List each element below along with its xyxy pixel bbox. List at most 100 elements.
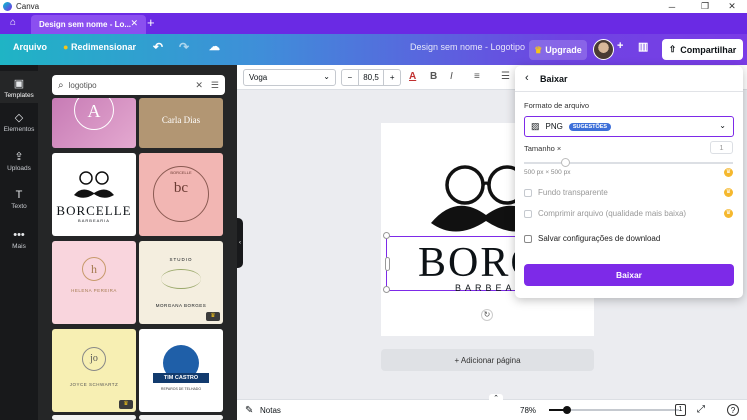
size-slider[interactable] bbox=[524, 162, 733, 164]
upgrade-button[interactable]: ♛ Upgrade bbox=[529, 40, 587, 60]
format-badge: SUGESTÕES bbox=[568, 122, 612, 131]
checkbox[interactable] bbox=[524, 234, 532, 243]
text-color-icon[interactable]: A bbox=[409, 71, 416, 82]
increase-size-button[interactable]: + bbox=[384, 70, 400, 85]
thumb-title: BORCELLE bbox=[56, 203, 132, 218]
thumb-subtitle: REPAROS DE TELHADO bbox=[160, 387, 202, 391]
tab-design[interactable]: Design sem nome - Lo... ✕ bbox=[31, 15, 146, 34]
add-collaborator-icon[interactable]: + bbox=[617, 40, 623, 52]
thumb-title: TIM CASTRO bbox=[153, 373, 209, 383]
tab-close-icon[interactable]: ✕ bbox=[130, 18, 138, 29]
rail-templates[interactable]: ▣ Templates bbox=[0, 71, 38, 103]
size-input[interactable]: 1 bbox=[710, 141, 733, 154]
page-count[interactable]: 1 bbox=[675, 404, 686, 416]
file-menu-button[interactable]: Arquivo bbox=[13, 42, 47, 52]
template-thumb[interactable]: Carla Dias bbox=[139, 98, 223, 148]
clear-icon[interactable]: ✕ bbox=[195, 80, 203, 91]
side-rail: ▣ Templates ◇ Elementos ⇪ Uploads T Text… bbox=[0, 65, 38, 420]
notes-icon[interactable]: ✎ bbox=[245, 405, 253, 416]
option-label: Comprimir arquivo (qualidade mais baixa) bbox=[538, 209, 687, 218]
rail-label: Templates bbox=[4, 92, 34, 99]
undo-icon[interactable]: ↶ bbox=[153, 40, 163, 54]
share-button[interactable]: ⇧ Compartilhar bbox=[662, 39, 743, 60]
resize-button[interactable]: ● Redimensionar bbox=[63, 42, 136, 52]
share-icon: ⇧ bbox=[668, 44, 677, 54]
search-bar[interactable]: ⌕ logotipo ✕ ☰ bbox=[52, 75, 225, 95]
font-size-stepper[interactable]: − 80,5 + bbox=[341, 69, 401, 86]
rail-label: Mais bbox=[12, 243, 26, 250]
zoom-slider-thumb[interactable] bbox=[563, 406, 571, 414]
more-icon: ••• bbox=[13, 229, 25, 241]
add-page-button[interactable]: + Adicionar página bbox=[381, 349, 594, 371]
minimize-button[interactable]: ─ bbox=[657, 0, 687, 13]
fullscreen-icon[interactable]: ⤢ bbox=[697, 404, 705, 415]
format-select[interactable]: ▨ PNG SUGESTÕES ⌄ bbox=[524, 116, 734, 137]
list-icon[interactable]: ☰ bbox=[501, 71, 510, 82]
template-thumb[interactable]: jo JOYCE SCHWARTZ ♛ bbox=[52, 329, 136, 412]
template-thumb[interactable]: bc BORCELLE bbox=[139, 153, 223, 236]
filter-icon[interactable]: ☰ bbox=[211, 80, 219, 91]
rail-uploads[interactable]: ⇪ Uploads bbox=[0, 150, 38, 172]
editor-footer: ✎ Notas ⌃ 78% 1 ⤢ ? bbox=[237, 394, 747, 420]
thumb-monogram: bc bbox=[173, 180, 189, 196]
avatar[interactable] bbox=[593, 39, 614, 60]
template-thumb[interactable]: A bbox=[52, 98, 136, 148]
home-icon[interactable]: ⌂ bbox=[6, 17, 20, 30]
rotate-icon[interactable]: ↻ bbox=[481, 309, 493, 321]
notes-label[interactable]: Notas bbox=[260, 406, 281, 415]
back-icon[interactable]: ‹ bbox=[525, 72, 529, 84]
download-button[interactable]: Baixar bbox=[524, 264, 734, 286]
size-label: Tamanho × bbox=[524, 144, 562, 153]
download-panel: ‹ Baixar Formato de arquivo ▨ PNG SUGEST… bbox=[515, 66, 743, 298]
templates-panel: ⌕ logotipo ✕ ☰ A Carla Dias BORCELLE BAR… bbox=[38, 65, 237, 420]
template-thumb[interactable]: STUDIO MORGANA BORGES ♛ bbox=[139, 241, 223, 324]
chevron-up-icon[interactable]: ⌃ bbox=[489, 394, 503, 403]
close-window-button[interactable]: ✕ bbox=[717, 0, 747, 13]
search-input[interactable]: logotipo bbox=[69, 81, 196, 90]
template-thumb[interactable]: TIM CASTRO REPAROS DE TELHADO bbox=[139, 329, 223, 412]
tab-strip: ⌂ Design sem nome - Lo... ✕ + bbox=[0, 13, 747, 34]
save-settings-option[interactable]: Salvar configurações de download bbox=[524, 234, 660, 243]
font-name: Voga bbox=[249, 73, 268, 82]
redo-icon[interactable]: ↷ bbox=[179, 40, 189, 54]
rail-label: Uploads bbox=[7, 165, 31, 172]
help-button[interactable]: ? bbox=[727, 404, 739, 416]
analytics-icon[interactable]: ▥ bbox=[638, 40, 648, 53]
maximize-button[interactable]: ❐ bbox=[690, 0, 720, 13]
collapse-panel-button[interactable]: ‹ bbox=[237, 218, 243, 268]
font-select[interactable]: Voga ⌄ bbox=[243, 69, 336, 86]
tab-title: Design sem nome - Lo... bbox=[39, 20, 132, 29]
transparent-bg-option[interactable]: Fundo transparente bbox=[524, 188, 608, 197]
pro-icon: ♛ bbox=[724, 209, 733, 218]
rail-text[interactable]: T Texto bbox=[0, 189, 38, 210]
design-title[interactable]: Design sem nome - Logotipo bbox=[410, 42, 525, 52]
new-tab-button[interactable]: + bbox=[147, 15, 155, 30]
checkbox[interactable] bbox=[524, 188, 532, 197]
font-size-input[interactable]: 80,5 bbox=[357, 70, 385, 85]
compress-option[interactable]: Comprimir arquivo (qualidade mais baixa) bbox=[524, 209, 686, 218]
text-icon: T bbox=[15, 189, 23, 201]
resize-handle[interactable] bbox=[383, 286, 390, 293]
bold-icon[interactable]: B bbox=[430, 71, 437, 82]
template-thumb[interactable]: BORCELLE BARBEARIA bbox=[52, 153, 136, 236]
zoom-level: 78% bbox=[520, 406, 537, 415]
checkbox[interactable] bbox=[524, 209, 532, 218]
template-thumb[interactable] bbox=[139, 415, 223, 420]
template-thumb[interactable] bbox=[52, 415, 136, 420]
image-icon: ▨ bbox=[531, 121, 540, 131]
template-thumb[interactable]: h HELENA PEREIRA bbox=[52, 241, 136, 324]
align-center-icon[interactable]: ≡ bbox=[474, 71, 480, 82]
rail-more[interactable]: ••• Mais bbox=[0, 229, 38, 250]
option-label: Fundo transparente bbox=[538, 188, 608, 197]
italic-icon[interactable]: I bbox=[450, 71, 453, 82]
upload-icon: ⇪ bbox=[14, 151, 24, 163]
size-slider-thumb[interactable] bbox=[561, 158, 570, 167]
thumb-monogram: A bbox=[74, 98, 114, 130]
thumb-subtitle: MORGANA BORGES bbox=[155, 303, 207, 308]
cloud-sync-icon[interactable]: ☁ bbox=[209, 40, 220, 53]
resize-handle[interactable] bbox=[383, 232, 390, 239]
chevron-down-icon: ⌄ bbox=[323, 72, 330, 81]
decrease-size-button[interactable]: − bbox=[342, 70, 358, 85]
resize-handle[interactable] bbox=[385, 257, 390, 271]
rail-elements[interactable]: ◇ Elementos bbox=[0, 111, 38, 133]
